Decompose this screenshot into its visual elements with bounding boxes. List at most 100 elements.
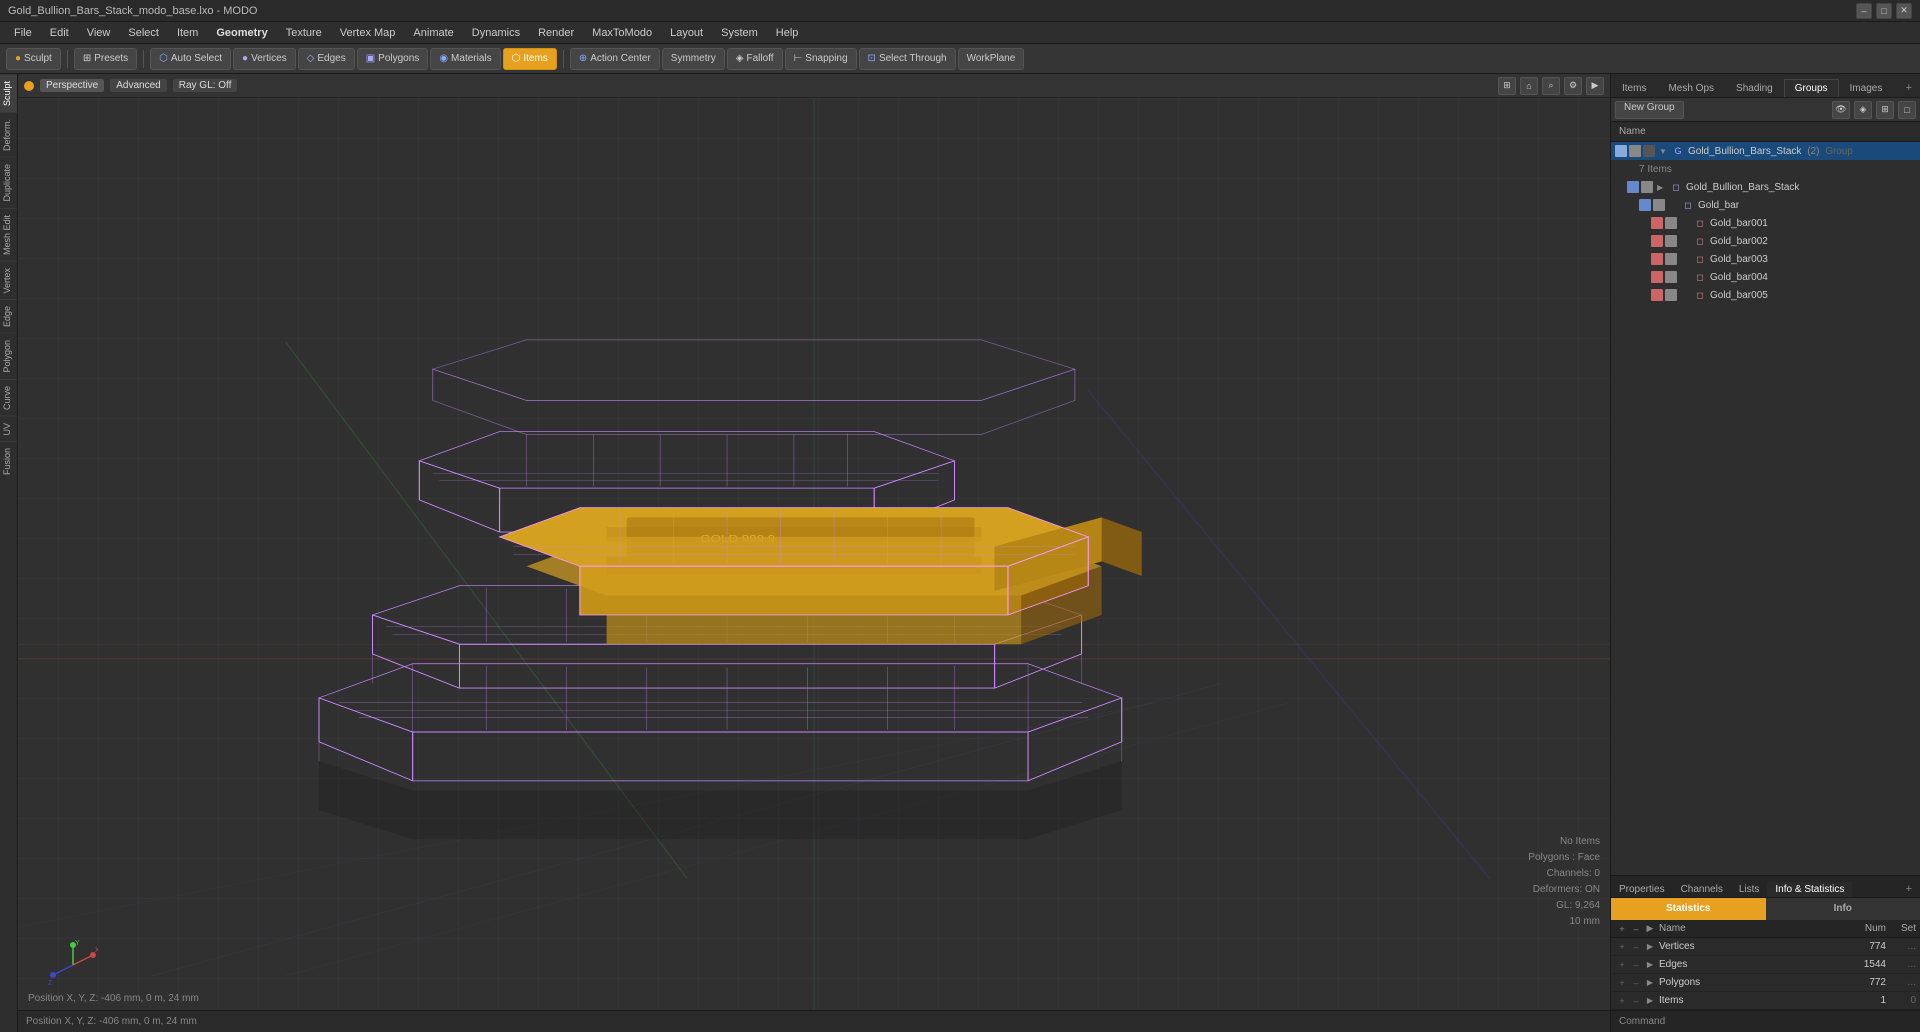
stats-row-items[interactable]: + – ▶ Items 1 0 [1611, 992, 1920, 1010]
vis-render-6[interactable] [1665, 289, 1677, 301]
tab-fusion[interactable]: Fusion [0, 441, 17, 481]
stats-tab-channels[interactable]: Channels [1673, 882, 1731, 897]
snapping-button[interactable]: ⊢ Snapping [785, 48, 857, 70]
row-arrow-edges[interactable]: ▶ [1643, 960, 1657, 969]
polygons-button[interactable]: ▣ Polygons [357, 48, 429, 70]
vis-lock-icon[interactable] [1643, 145, 1655, 157]
vis-eye-4[interactable] [1651, 253, 1663, 265]
tab-meshedit[interactable]: Mesh Edit [0, 208, 17, 261]
vp-fit-button[interactable]: ⊞ [1498, 77, 1516, 95]
tree-expand-icon[interactable]: ▼ [1659, 147, 1671, 156]
vis-render-3[interactable] [1665, 235, 1677, 247]
vis-render-5[interactable] [1665, 271, 1677, 283]
menu-file[interactable]: File [6, 25, 40, 41]
items-button[interactable]: ⬡ Items [503, 48, 557, 70]
stats-tab-properties[interactable]: Properties [1611, 882, 1673, 897]
row-arrow-vertices[interactable]: ▶ [1643, 942, 1657, 951]
stats-tab-lists[interactable]: Lists [1731, 882, 1768, 897]
stats-row-edges[interactable]: + – ▶ Edges 1544 ... [1611, 956, 1920, 974]
viewport-shading[interactable]: Advanced [110, 79, 166, 92]
tab-images[interactable]: Images [1839, 79, 1894, 97]
vis-eye-0[interactable] [1627, 181, 1639, 193]
vis-eye-5[interactable] [1651, 271, 1663, 283]
groups-render-icon[interactable]: ◈ [1854, 101, 1872, 119]
menu-layout[interactable]: Layout [662, 25, 711, 41]
row-minus-vertices[interactable]: – [1629, 942, 1643, 952]
menu-maxtomodo[interactable]: MaxToModo [584, 25, 660, 41]
autoselect-button[interactable]: ⬡ Auto Select [150, 48, 231, 70]
tab-uv[interactable]: UV [0, 416, 17, 442]
groups-tree[interactable]: ▼ G Gold_Bullion_Bars_Stack (2) Group 7 … [1611, 142, 1920, 875]
vertices-button[interactable]: ● Vertices [233, 48, 296, 70]
stats-add-tab[interactable]: + [1898, 881, 1920, 897]
viewport-raygl[interactable]: Ray GL: Off [173, 79, 238, 92]
row-minus-edges[interactable]: – [1629, 960, 1643, 970]
vp-expand-button[interactable]: ▶ [1586, 77, 1604, 95]
row-arrow-items[interactable]: ▶ [1643, 996, 1657, 1005]
vp-settings-button[interactable]: ⚙ [1564, 77, 1582, 95]
menu-geometry[interactable]: Geometry [208, 25, 275, 41]
tree-item-2[interactable]: ▶ ◻ Gold_bar001 [1611, 214, 1920, 232]
vis-render-4[interactable] [1665, 253, 1677, 265]
tree-item-root-group[interactable]: ▼ G Gold_Bullion_Bars_Stack (2) Group [1611, 142, 1920, 160]
menu-system[interactable]: System [713, 25, 766, 41]
edges-button[interactable]: ◇ Edges [298, 48, 355, 70]
tree-item-4[interactable]: ▶ ◻ Gold_bar003 [1611, 250, 1920, 268]
tree-item-0[interactable]: ▶ ◻ Gold_Bullion_Bars_Stack [1611, 178, 1920, 196]
right-panel-add-tab[interactable]: + [1898, 79, 1920, 97]
stats-row-vertices[interactable]: + – ▶ Vertices 774 ... [1611, 938, 1920, 956]
menu-render[interactable]: Render [530, 25, 582, 41]
sculpt-button[interactable]: ● Sculpt [6, 48, 61, 70]
minimize-button[interactable]: – [1856, 3, 1872, 19]
viewport-canvas[interactable]: GOLD 999.9 1000g [18, 98, 1610, 1010]
row-plus-items[interactable]: + [1615, 996, 1629, 1006]
materials-button[interactable]: ◉ Materials [430, 48, 500, 70]
tab-shading[interactable]: Shading [1725, 79, 1784, 97]
expand-0[interactable]: ▶ [1657, 183, 1669, 192]
vis-eye-3[interactable] [1651, 235, 1663, 247]
stats-tab-info[interactable]: Info & Statistics [1767, 882, 1852, 897]
tab-vertex[interactable]: Vertex [0, 261, 17, 300]
vp-home-button[interactable]: ⌂ [1520, 77, 1538, 95]
menu-animate[interactable]: Animate [405, 25, 461, 41]
tab-duplicate[interactable]: Duplicate [0, 157, 17, 208]
tab-sculpt[interactable]: Sculpt [0, 74, 17, 112]
viewport-perspective[interactable]: Perspective [40, 79, 104, 92]
tab-edge[interactable]: Edge [0, 299, 17, 333]
stats-row-polygons[interactable]: + – ▶ Polygons 772 ... [1611, 974, 1920, 992]
vis-eye-1[interactable] [1639, 199, 1651, 211]
groups-settings-icon[interactable]: □ [1898, 101, 1916, 119]
vis-render-0[interactable] [1641, 181, 1653, 193]
tab-groups[interactable]: Groups [1784, 79, 1839, 97]
tab-curve[interactable]: Curve [0, 379, 17, 416]
menu-help[interactable]: Help [768, 25, 807, 41]
menu-dynamics[interactable]: Dynamics [464, 25, 528, 41]
vis-eye-6[interactable] [1651, 289, 1663, 301]
row-arrow-polygons[interactable]: ▶ [1643, 978, 1657, 987]
menu-view[interactable]: View [79, 25, 119, 41]
stats-header-statistics[interactable]: Statistics [1611, 898, 1766, 920]
new-group-button[interactable]: New Group [1615, 101, 1684, 119]
menu-item[interactable]: Item [169, 25, 206, 41]
groups-lock-icon[interactable]: ⊞ [1876, 101, 1894, 119]
row-minus-items[interactable]: – [1629, 996, 1643, 1006]
close-button[interactable]: ✕ [1896, 3, 1912, 19]
groups-eye-icon[interactable]: 👁 [1832, 101, 1850, 119]
vp-zoom-button[interactable]: ⌕ [1542, 77, 1560, 95]
tree-item-6[interactable]: ▶ ◻ Gold_bar005 [1611, 286, 1920, 304]
row-minus-polygons[interactable]: – [1629, 978, 1643, 988]
vis-render-2[interactable] [1665, 217, 1677, 229]
maximize-button[interactable]: □ [1876, 3, 1892, 19]
menu-select[interactable]: Select [120, 25, 167, 41]
menu-edit[interactable]: Edit [42, 25, 77, 41]
tree-item-5[interactable]: ▶ ◻ Gold_bar004 [1611, 268, 1920, 286]
falloff-button[interactable]: ◈ Falloff [727, 48, 783, 70]
vis-eye-icon[interactable] [1615, 145, 1627, 157]
menu-texture[interactable]: Texture [278, 25, 330, 41]
tab-items[interactable]: Items [1611, 79, 1657, 97]
workplane-button[interactable]: WorkPlane [958, 48, 1025, 70]
tab-deform[interactable]: Deform. [0, 112, 17, 157]
row-plus-edges[interactable]: + [1615, 960, 1629, 970]
vis-render-icon[interactable] [1629, 145, 1641, 157]
tab-polygon[interactable]: Polygon [0, 333, 17, 379]
